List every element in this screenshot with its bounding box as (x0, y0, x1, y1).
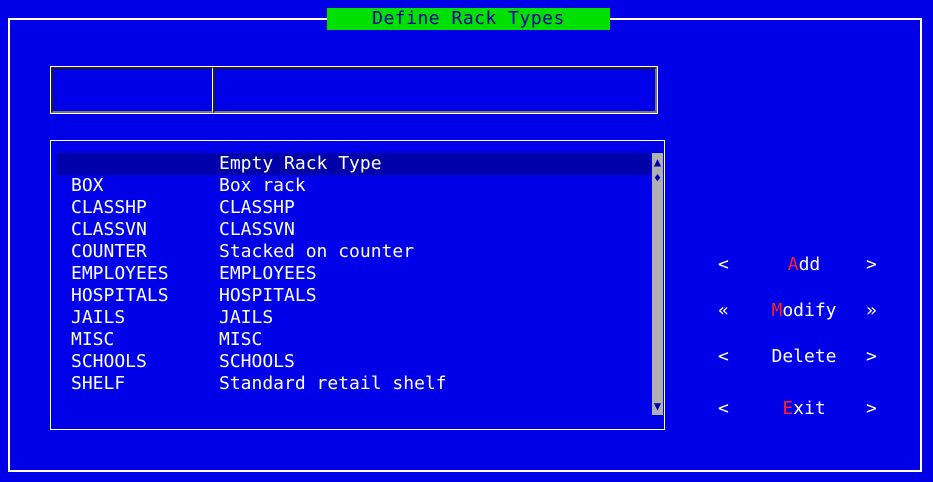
hotkey-letter: A (787, 254, 799, 275)
bracket-left: « (718, 300, 729, 321)
rack-description: Stacked on counter (219, 241, 415, 262)
label-rest: odify (782, 300, 837, 321)
rack-description: CLASSVN (219, 219, 295, 240)
list-item[interactable]: HOSPITALS HOSPITALS (57, 285, 651, 307)
list-item[interactable]: EMPLOYEES EMPLOYEES (57, 263, 651, 285)
scroll-down-icon[interactable]: ▼ (652, 399, 663, 413)
rack-description: MISC (219, 329, 263, 350)
exit-button-label: Exit (752, 396, 856, 422)
list-item[interactable]: SCHOOLS SCHOOLS (57, 351, 651, 373)
bracket-left: < (718, 346, 729, 367)
rack-code-input[interactable] (51, 67, 213, 113)
modify-button[interactable]: « Modify » (712, 298, 892, 324)
rack-description: JAILS (219, 307, 274, 328)
modify-button-label: Modify (752, 298, 856, 324)
rack-description-input[interactable] (213, 67, 657, 113)
add-button[interactable]: < Add > (712, 252, 892, 278)
list-item[interactable]: COUNTER Stacked on counter (57, 241, 651, 263)
bracket-right: > (866, 254, 877, 275)
list-scrollbar[interactable]: ▲ ♦ ▼ (652, 153, 663, 415)
label-rest: xit (793, 398, 826, 419)
scroll-up-icon[interactable]: ▲ (652, 155, 663, 169)
rack-code: SHELF (71, 373, 126, 394)
rack-description: HOSPITALS (219, 285, 317, 306)
rack-description: Box rack (219, 175, 306, 196)
rack-code: JAILS (71, 307, 126, 328)
delete-button-label: Delete (752, 344, 856, 370)
rack-code: EMPLOYEES (71, 263, 169, 284)
label-rest: Delete (771, 346, 837, 367)
rack-description: SCHOOLS (219, 351, 295, 372)
delete-button[interactable]: < Delete > (712, 344, 892, 370)
bracket-left: < (718, 254, 729, 275)
rack-code: HOSPITALS (71, 285, 169, 306)
rack-description: EMPLOYEES (219, 263, 317, 284)
bracket-right: > (866, 346, 877, 367)
entry-fields (50, 66, 658, 114)
bracket-right: » (866, 300, 877, 321)
list-item[interactable]: Empty Rack Type (57, 153, 651, 175)
rack-type-rows: Empty Rack Type BOX Box rack CLASSHP CLASSHP… (57, 153, 651, 395)
bracket-left: < (718, 398, 729, 419)
list-item[interactable]: JAILS JAILS (57, 307, 651, 329)
bracket-right: > (866, 398, 877, 419)
rack-code: CLASSVN (71, 219, 147, 240)
list-item[interactable]: MISC MISC (57, 329, 651, 351)
dialog-title: Define Rack Types (327, 8, 610, 30)
dialog-screen: Define Rack Types Empty Rack Type BOX Box … (0, 0, 933, 482)
rack-description: CLASSHP (219, 197, 295, 218)
label-rest: dd (798, 254, 821, 275)
list-item[interactable]: SHELF Standard retail shelf (57, 373, 651, 395)
rack-code: COUNTER (71, 241, 147, 262)
rack-description: Empty Rack Type (219, 153, 382, 174)
rack-code: BOX (71, 175, 104, 196)
list-item[interactable]: CLASSVN CLASSVN (57, 219, 651, 241)
exit-button[interactable]: < Exit > (712, 396, 892, 422)
rack-code: CLASSHP (71, 197, 147, 218)
rack-code: SCHOOLS (71, 351, 147, 372)
scroll-thumb[interactable]: ♦ (652, 171, 663, 185)
rack-code: MISC (71, 329, 115, 350)
rack-description: Standard retail shelf (219, 373, 447, 394)
list-item[interactable]: CLASSHP CLASSHP (57, 197, 651, 219)
add-button-label: Add (752, 252, 856, 278)
hotkey-letter: E (782, 398, 794, 419)
hotkey-letter: M (771, 300, 783, 321)
rack-type-list[interactable]: Empty Rack Type BOX Box rack CLASSHP CLASSHP… (50, 140, 665, 430)
list-item[interactable]: BOX Box rack (57, 175, 651, 197)
